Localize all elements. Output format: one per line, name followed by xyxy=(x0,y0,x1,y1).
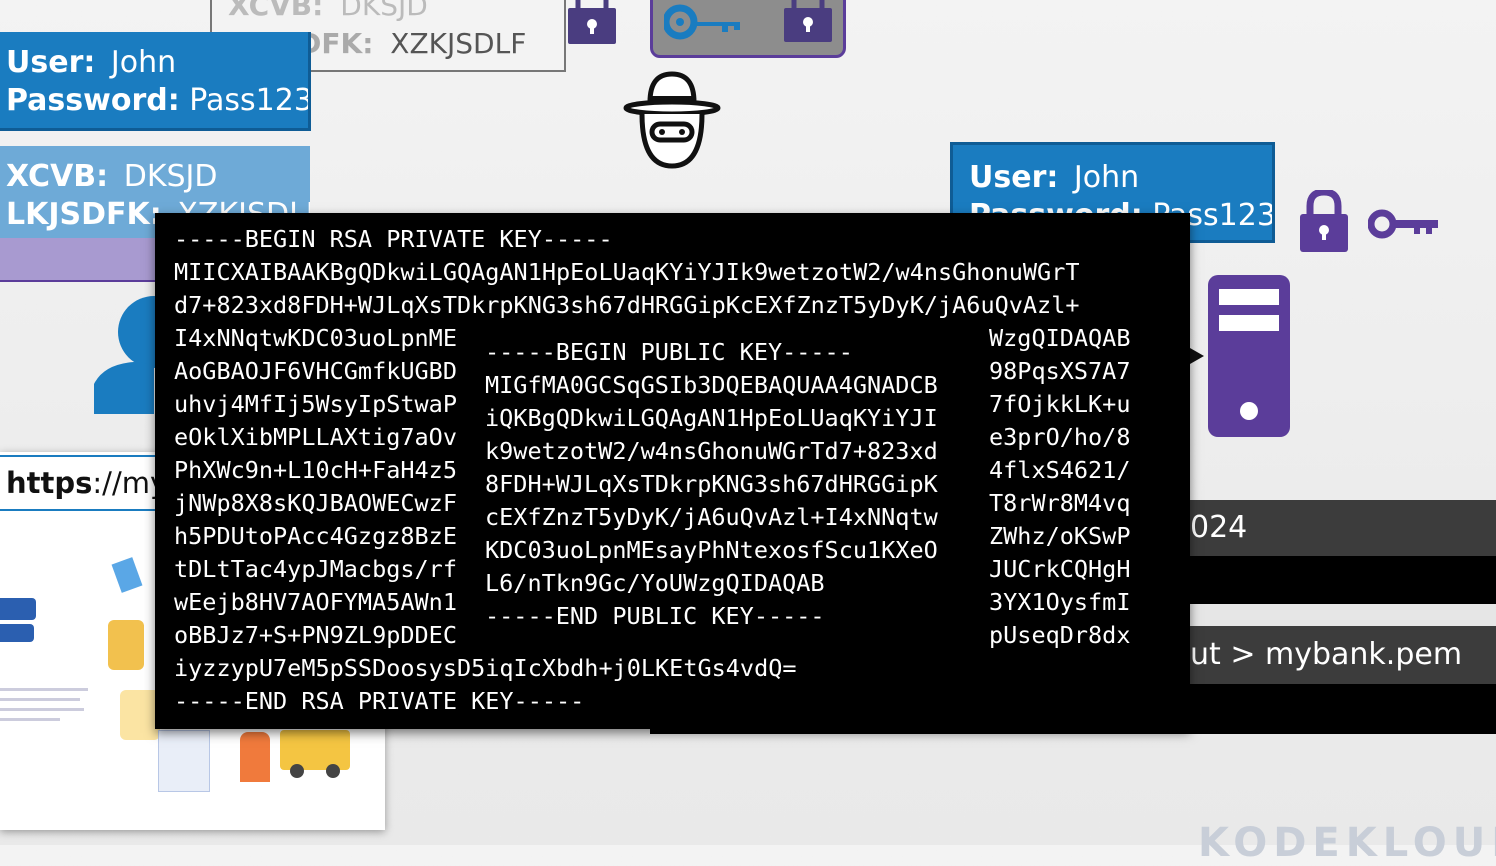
private-key-line-right: JUCrkCQHgH xyxy=(989,555,1131,583)
private-key-line-right: pUseqDr8dx xyxy=(989,621,1131,649)
private-key-line-right: e3prO/ho/8 xyxy=(989,423,1131,451)
private-key-line-left: h5PDUtoPAcc4Gzgz8BzE xyxy=(174,522,457,550)
terminal-text: 024 xyxy=(1190,510,1248,545)
scrambled-val-2: XZKJSDLF xyxy=(390,27,527,60)
browser-url-bar[interactable]: https://my xyxy=(0,455,170,511)
private-key-line-right: 98PqsXS7A7 xyxy=(989,357,1131,385)
public-key-line: cEXfZnzT5yDyK/jA6uQvAzl+I4xNNqtw xyxy=(485,503,938,531)
scrambled-key-1: XCVB: xyxy=(6,159,109,194)
padlock-icon xyxy=(1300,190,1348,252)
user-label: User: xyxy=(6,45,96,80)
private-key-line-left: uhvj4MfIj5WsyIpStwaP xyxy=(174,390,457,418)
public-key-line: L6/nTkn9Gc/YoUWzgQIDAQAB xyxy=(485,569,825,597)
private-key-line-right: 7fOjkkLK+u xyxy=(989,390,1131,418)
right-terminal-row-1: 024 xyxy=(1190,500,1496,556)
private-key-line-left: wEejb8HV7AOFYMA5AWn1 xyxy=(174,588,457,616)
arrow-head xyxy=(1190,348,1204,364)
scrambled-val-1: DKSJD xyxy=(340,0,428,22)
public-key-line: MIGfMA0GCSqGSIb3DQEBAQUAA4GNADCB xyxy=(485,371,938,399)
private-key-line: MIICXAIBAAKBgQDkwiLGQAgAN1HpEoLUaqKYiYJI… xyxy=(174,258,1080,286)
right-terminal-row-2: ut > mybank.pem xyxy=(1190,626,1496,684)
user-value: John xyxy=(110,45,177,80)
private-key-line-left: jNWp8X8sKQJBAOWECwzF xyxy=(174,489,457,517)
scrambled-key-2: LKJSDFK: xyxy=(6,197,162,232)
private-key-line-right: 3YX1OysfmI xyxy=(989,588,1131,616)
private-key-terminal: -----BEGIN RSA PRIVATE KEY----- MIICXAIB… xyxy=(155,213,1190,729)
terminal-command: ut > mybank.pem xyxy=(1190,637,1463,672)
kodekloud-watermark: KODEKLOUD xyxy=(1198,820,1496,866)
padlock-icon xyxy=(784,0,832,42)
left-purple-strip xyxy=(0,236,172,282)
user-label: User: xyxy=(969,160,1059,195)
scrambled-val-1: DKSJD xyxy=(123,159,218,194)
user-value: John xyxy=(1073,160,1140,195)
password-label: Password: xyxy=(6,83,180,118)
password-value: Pass123 xyxy=(189,83,311,118)
private-key-line-right: 4flxS4621/ xyxy=(989,456,1131,484)
private-key-line-left: oBBJz7+S+PN9ZL9pDDEC xyxy=(174,621,457,649)
key-icon xyxy=(664,4,740,40)
server-icon xyxy=(1208,275,1290,437)
padlock-icon xyxy=(568,0,616,44)
public-key-footer: -----END PUBLIC KEY----- xyxy=(485,602,825,630)
scrambled-key-1: XCVB: xyxy=(228,0,324,22)
left-credential-box: User: John Password: Pass123 xyxy=(0,32,311,131)
private-key-line-left: AoGBAOJF6VHCGmfkUGBD xyxy=(174,357,457,385)
public-key-line: iQKBgQDkwiLGQAgAN1HpEoLUaqKYiYJI xyxy=(485,404,938,432)
public-key-line: KDC03uoLpnMEsayPhNtexosfScu1KXeO xyxy=(485,536,938,564)
url-scheme: https xyxy=(6,466,93,500)
private-key-footer: -----END RSA PRIVATE KEY----- xyxy=(174,687,585,715)
private-key-line-right: WzgQIDAQAB xyxy=(989,324,1131,352)
right-terminal-gap xyxy=(1190,604,1496,626)
public-key-line: 8FDH+WJLqXsTDkrpKNG3sh67dHRGGipK xyxy=(485,470,938,498)
key-icon xyxy=(1368,209,1438,239)
public-key-line: k9wetzotW2/w4nsGhonuWGrTd7+823xd xyxy=(485,437,938,465)
private-key-line-left: I4xNNqtwKDC03uoLpnME xyxy=(174,324,457,352)
private-key-line: d7+823xd8FDH+WJLqXsTDkrpKNG3sh67dHRGGipK… xyxy=(174,291,1080,319)
public-key-box: -----BEGIN PUBLIC KEY----- MIGfMA0GCSqGS… xyxy=(470,326,970,638)
private-key-line-left: PhXWc9n+L10cH+FaH4z5 xyxy=(174,456,457,484)
public-key-header: -----BEGIN PUBLIC KEY----- xyxy=(485,338,853,366)
private-key-header: -----BEGIN RSA PRIVATE KEY----- xyxy=(174,225,613,253)
private-key-line-left: tDLtTac4ypJMacbgs/rf xyxy=(174,555,457,583)
private-key-line-right: T8rWr8M4vq xyxy=(989,489,1131,517)
private-key-line-right: ZWhz/oKSwP xyxy=(989,522,1131,550)
hacker-icon xyxy=(623,71,721,169)
private-key-line-left: eOklXibMPLLAXtig7aOv xyxy=(174,423,457,451)
private-key-line: iyzzypU7eM5pSSDoosysD5iqIcXbdh+j0LKEtGs4… xyxy=(174,654,797,682)
